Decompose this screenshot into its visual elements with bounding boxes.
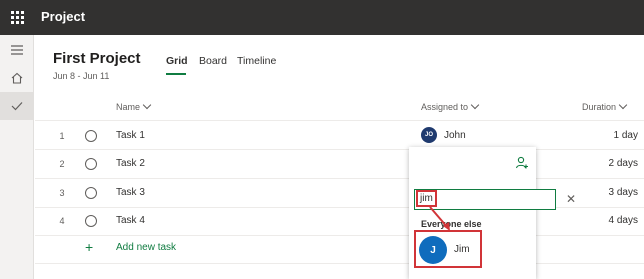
- annotation-arrow: [429, 206, 450, 231]
- task-duration[interactable]: 1 day: [614, 130, 638, 141]
- app-title: Project: [41, 9, 86, 24]
- row-number: 4: [59, 216, 65, 226]
- search-highlight-box: [416, 190, 437, 207]
- assignee-name: John: [444, 129, 466, 141]
- clear-icon[interactable]: ✕: [566, 193, 576, 205]
- column-header-assigned-label: Assigned to: [421, 102, 469, 112]
- active-tab-indicator: [166, 73, 186, 75]
- chevron-down-icon: [142, 100, 152, 110]
- task-name[interactable]: Task 3: [116, 187, 145, 198]
- column-header-name-label: Name: [116, 102, 141, 112]
- row-divider: [35, 235, 644, 236]
- row-divider: [35, 149, 644, 150]
- option-highlight-box: [414, 230, 482, 268]
- task-duration[interactable]: 2 days: [609, 158, 638, 169]
- tab-timeline[interactable]: Timeline: [237, 55, 276, 67]
- column-header-assigned[interactable]: Assigned to: [421, 100, 480, 112]
- row-number: 2: [59, 159, 65, 169]
- project-title: First Project: [53, 50, 141, 67]
- avatar: JO: [421, 127, 437, 143]
- row-divider: [35, 178, 644, 179]
- top-bar: Project: [0, 0, 644, 35]
- project-dates: Jun 8 - Jun 11: [53, 71, 110, 81]
- checkmark-icon[interactable]: [0, 92, 34, 120]
- row-number: 1: [59, 131, 65, 141]
- plus-icon[interactable]: +: [85, 240, 93, 254]
- row-number: 3: [59, 188, 65, 198]
- task-name[interactable]: Task 1: [116, 130, 145, 141]
- column-header-duration[interactable]: Duration: [582, 100, 628, 112]
- row-divider: [35, 120, 644, 121]
- home-icon[interactable]: [0, 64, 34, 92]
- task-duration[interactable]: 4 days: [609, 215, 638, 226]
- left-rail: [0, 35, 34, 279]
- column-header-name[interactable]: Name: [116, 100, 152, 112]
- task-name[interactable]: Task 4: [116, 215, 145, 226]
- column-header-duration-label: Duration: [582, 102, 617, 112]
- task-complete-checkbox[interactable]: [85, 215, 97, 227]
- tab-grid[interactable]: Grid: [166, 55, 188, 67]
- add-person-icon[interactable]: [515, 156, 529, 175]
- task-name[interactable]: Task 2: [116, 158, 145, 169]
- waffle-icon[interactable]: [11, 11, 24, 24]
- chevron-down-icon: [618, 100, 628, 110]
- task-complete-checkbox[interactable]: [85, 158, 97, 170]
- hamburger-icon[interactable]: [0, 36, 34, 64]
- row-divider: [35, 263, 644, 264]
- task-complete-checkbox[interactable]: [85, 187, 97, 199]
- add-new-task-button[interactable]: Add new task: [116, 242, 176, 253]
- assignee-cell[interactable]: JO John: [421, 127, 466, 143]
- chevron-down-icon: [470, 100, 480, 110]
- tab-board[interactable]: Board: [199, 55, 227, 67]
- task-duration[interactable]: 3 days: [609, 187, 638, 198]
- task-complete-checkbox[interactable]: [85, 130, 97, 142]
- group-label: Everyone else: [421, 219, 482, 229]
